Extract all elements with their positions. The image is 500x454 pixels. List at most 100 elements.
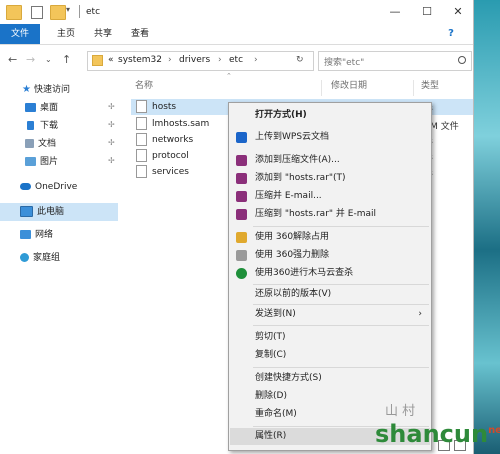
column-header-modified[interactable]: 修改日期 [331, 78, 367, 94]
desktop-icon [25, 103, 36, 112]
file-icon [136, 149, 147, 162]
download-icon [27, 121, 34, 130]
menu-restore-previous-versions[interactable]: 还原以前的版本(V) [230, 286, 430, 303]
winrar-icon [236, 173, 247, 184]
file-icon [136, 117, 147, 130]
forward-button[interactable]: → [26, 53, 35, 66]
sort-ascending-icon: ⌃ [226, 72, 232, 80]
file-icon [136, 165, 147, 178]
watermark-logo: shancunnet [375, 420, 500, 448]
address-bar[interactable]: « system32 › drivers › etc › ↻ [87, 51, 314, 71]
winrar-icon [236, 209, 247, 220]
document-icon [25, 139, 34, 148]
help-icon[interactable]: ? [443, 24, 459, 44]
folder-icon [92, 55, 103, 66]
menu-add-to-archive[interactable]: 添加到压缩文件(A)... [230, 152, 430, 169]
menu-compress-email[interactable]: 压缩并 E-mail... [230, 188, 430, 205]
navigation-pane: ★ 快速访问 桌面 ✢ 下载 ✢ 文档 ✢ 图片 ✢ OneDrive 此电脑 网… [0, 75, 118, 454]
nav-this-pc[interactable]: 此电脑 [20, 204, 64, 220]
menu-360-trojan-scan[interactable]: 使用360进行木马云查杀 [230, 265, 430, 282]
file-row-services[interactable]: services [136, 164, 189, 180]
cloud-icon [20, 183, 31, 190]
address-row: ← → ⌄ ↑ « system32 › drivers › etc › ↻ 搜… [0, 45, 473, 75]
breadcrumb-separator: › [218, 55, 222, 65]
submenu-arrow-icon: › [418, 309, 422, 319]
title-divider [79, 5, 80, 18]
pin-icon[interactable]: ✢ [108, 102, 115, 111]
column-header-type[interactable]: 类型 [421, 78, 439, 94]
tab-view[interactable]: 查看 [125, 24, 155, 44]
properties-icon[interactable] [31, 6, 43, 19]
breadcrumb-etc[interactable]: etc [229, 55, 243, 65]
nav-onedrive[interactable]: OneDrive [20, 179, 77, 195]
search-input[interactable]: 搜索"etc" [318, 51, 472, 71]
menu-compress-to-hosts-rar-email[interactable]: 压缩到 "hosts.rar" 并 E-mail [230, 206, 430, 223]
quick-access-dropdown-icon[interactable]: ▾ [66, 5, 80, 18]
menu-360-unlock[interactable]: 使用 360解除占用 [230, 229, 430, 246]
nav-item-documents[interactable]: 文档 [25, 136, 56, 152]
menu-separator [253, 226, 429, 227]
breadcrumb-separator: › [168, 55, 172, 65]
refresh-icon[interactable]: ↻ [296, 55, 304, 65]
minimize-button[interactable]: — [380, 3, 410, 21]
nav-homegroup[interactable]: 家庭组 [20, 250, 60, 266]
tab-home[interactable]: 主页 [51, 24, 81, 44]
watermark-chinese: 山 村 [385, 404, 416, 419]
pin-icon[interactable]: ✢ [108, 120, 115, 129]
pin-icon[interactable]: ✢ [108, 138, 115, 147]
file-row-hosts[interactable]: hosts [136, 99, 176, 115]
winrar-icon [236, 191, 247, 202]
breadcrumb-separator: › [254, 55, 258, 65]
breadcrumb-prefix[interactable]: « [108, 55, 114, 65]
maximize-button[interactable]: ☐ [412, 3, 442, 21]
breadcrumb-drivers[interactable]: drivers [179, 55, 210, 65]
menu-open-with[interactable]: 打开方式(H) [230, 107, 430, 124]
360-unlock-icon [236, 232, 247, 243]
column-divider [413, 80, 414, 96]
menu-separator [253, 367, 429, 368]
tab-share[interactable]: 共享 [88, 24, 118, 44]
up-button[interactable]: ↑ [62, 53, 71, 66]
ribbon-tabs: 文件 主页 共享 查看 ? [0, 24, 473, 45]
menu-360-force-delete[interactable]: 使用 360强力删除 [230, 247, 430, 264]
column-header-name[interactable]: 名称 [135, 78, 153, 94]
title-bar: ▾ etc — ☐ ✕ [0, 0, 473, 24]
menu-add-to-hosts-rar[interactable]: 添加到 "hosts.rar"(T) [230, 170, 430, 187]
360-delete-icon [236, 250, 247, 261]
recent-locations-button[interactable]: ⌄ [45, 55, 52, 64]
menu-separator [253, 325, 429, 326]
column-divider [321, 80, 322, 96]
menu-separator [253, 304, 429, 305]
breadcrumb-system32[interactable]: system32 [118, 55, 162, 65]
window-title: etc [86, 7, 101, 17]
star-icon: ★ [22, 84, 31, 95]
new-folder-icon[interactable] [50, 5, 66, 20]
search-icon[interactable] [458, 56, 466, 64]
back-button[interactable]: ← [8, 53, 17, 66]
menu-copy[interactable]: 复制(C) [230, 347, 430, 364]
winrar-icon [236, 155, 247, 166]
pin-icon[interactable]: ✢ [108, 156, 115, 165]
nav-network[interactable]: 网络 [20, 227, 53, 243]
nav-item-pictures[interactable]: 图片 [25, 154, 58, 170]
menu-create-shortcut[interactable]: 创建快捷方式(S) [230, 370, 430, 387]
close-button[interactable]: ✕ [443, 3, 473, 21]
wps-cloud-icon [236, 132, 247, 143]
file-row-networks[interactable]: networks [136, 132, 193, 148]
file-row-protocol[interactable]: protocol [136, 148, 189, 164]
menu-send-to[interactable]: 发送到(N) › [230, 306, 430, 323]
menu-upload-wps[interactable]: 上传到WPS云文档 [230, 129, 430, 146]
folder-icon [6, 5, 22, 20]
file-row-lmhosts[interactable]: lmhosts.sam [136, 116, 209, 132]
tab-file[interactable]: 文件 [0, 24, 40, 44]
menu-separator [253, 284, 429, 285]
search-placeholder: 搜索"etc" [324, 58, 365, 68]
360-scan-icon [236, 268, 247, 279]
file-icon [136, 133, 147, 146]
file-icon [136, 100, 147, 113]
nav-item-downloads[interactable]: 下载 [25, 118, 58, 134]
homegroup-icon [20, 253, 29, 262]
menu-cut[interactable]: 剪切(T) [230, 329, 430, 346]
nav-item-desktop[interactable]: 桌面 [25, 100, 58, 116]
nav-quick-access[interactable]: ★ 快速访问 [22, 82, 70, 98]
